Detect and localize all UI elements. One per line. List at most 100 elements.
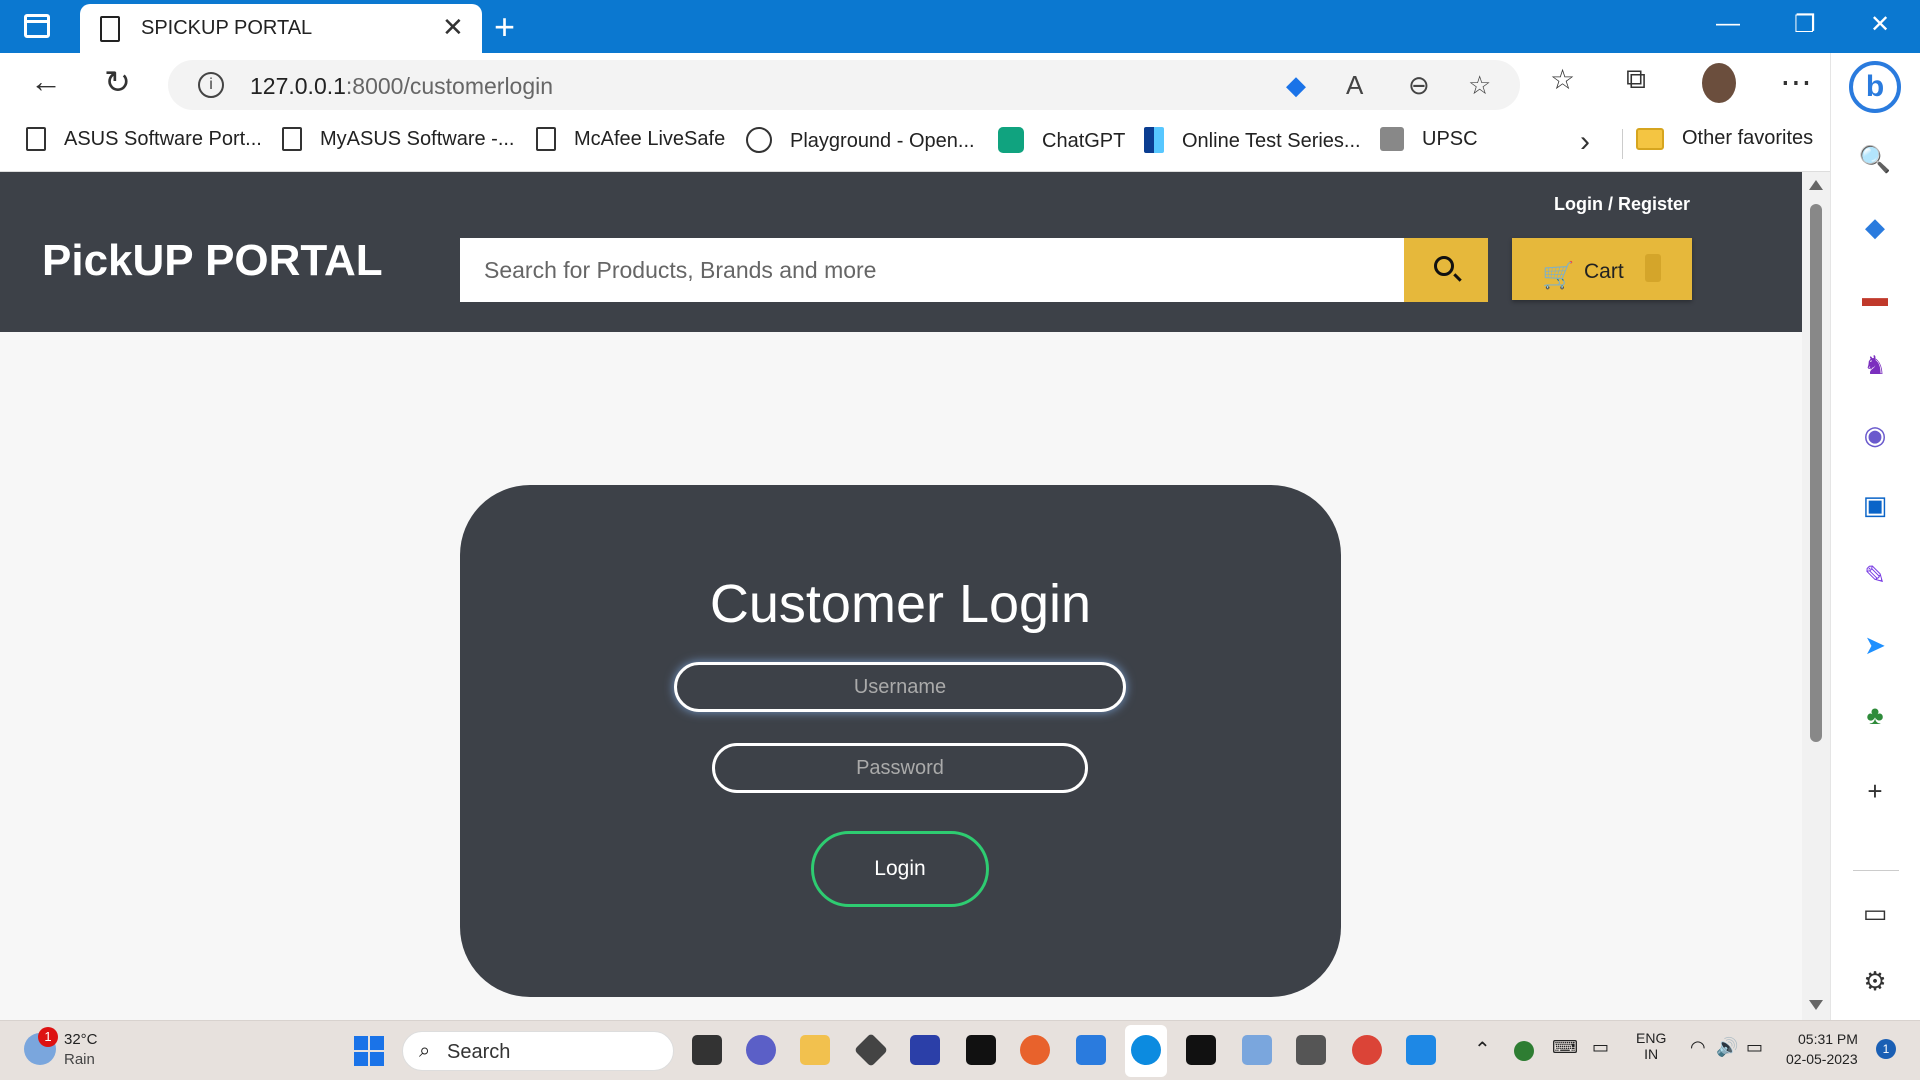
app-icon[interactable] xyxy=(1242,1035,1272,1065)
site-info-icon[interactable]: i xyxy=(198,72,224,98)
search-icon xyxy=(1434,256,1454,276)
wifi-icon[interactable]: ◠ xyxy=(1690,1037,1706,1058)
task-view-icon[interactable] xyxy=(692,1035,722,1065)
edge-sidebar: b 🔍 ◆ ▬ ♞ ◉ ▣ ✎ ➤ ♣ + ▭ ⚙ xyxy=(1830,53,1920,1020)
chrome-icon[interactable] xyxy=(1352,1035,1382,1065)
start-icon[interactable] xyxy=(354,1036,384,1066)
search-icon[interactable]: 🔍 xyxy=(1857,141,1893,177)
new-tab-icon[interactable]: + xyxy=(494,6,515,48)
close-window-icon[interactable]: ✕ xyxy=(1870,10,1890,39)
display-icon[interactable]: ▭ xyxy=(1592,1037,1609,1058)
app-icon[interactable] xyxy=(966,1035,996,1065)
clock-time[interactable]: 05:31 PM xyxy=(1798,1031,1858,1047)
scroll-down-icon[interactable] xyxy=(1809,1000,1823,1010)
restore-icon[interactable]: ❐ xyxy=(1794,10,1816,39)
search-input[interactable] xyxy=(460,238,1404,302)
cart-icon: 🛒 xyxy=(1542,260,1575,290)
site-header: PickUP PORTAL Login / Register 🛒 Cart xyxy=(0,172,1802,332)
favorite-item[interactable]: McAfee LiveSafe xyxy=(536,127,725,151)
weather-desc[interactable]: Rain xyxy=(64,1051,95,1068)
designer-icon[interactable]: ✎ xyxy=(1857,557,1893,593)
notification-badge[interactable]: 1 xyxy=(1876,1039,1896,1059)
keyboard-icon[interactable]: ⌨ xyxy=(1552,1037,1578,1058)
favorite-item[interactable]: ChatGPT xyxy=(998,127,1125,153)
title-bar: SPICKUP PORTAL ✕ + — ❐ ✕ xyxy=(0,0,1920,53)
profile-avatar[interactable] xyxy=(1702,63,1736,103)
taskbar-search[interactable]: ⌕ Search xyxy=(402,1031,674,1071)
send-icon[interactable]: ➤ xyxy=(1857,627,1893,663)
coupon-tag-icon[interactable]: ◆ xyxy=(1286,70,1306,101)
outlook-icon[interactable]: ▣ xyxy=(1857,487,1893,523)
scroll-up-icon[interactable] xyxy=(1809,180,1823,190)
username-field[interactable] xyxy=(674,662,1126,712)
favorite-item[interactable]: UPSC xyxy=(1380,127,1478,151)
add-icon[interactable]: + xyxy=(1857,773,1893,809)
other-favorites[interactable]: Other favorites xyxy=(1636,127,1813,150)
sidebar-panel-icon[interactable]: ▭ xyxy=(1857,895,1893,931)
minimize-icon[interactable]: — xyxy=(1716,10,1740,38)
chatgpt-icon xyxy=(998,127,1024,153)
search-button[interactable] xyxy=(1404,238,1488,302)
login-card: Customer Login Login xyxy=(460,485,1341,997)
tools-icon[interactable]: ▬ xyxy=(1857,279,1893,315)
favorite-item[interactable]: ASUS Software Port... xyxy=(26,127,262,151)
file-explorer-icon[interactable] xyxy=(800,1035,830,1065)
refresh-icon[interactable]: ↻ xyxy=(104,63,131,101)
terminal-icon[interactable] xyxy=(1186,1035,1216,1065)
more-menu-icon[interactable]: ⋯ xyxy=(1780,63,1812,101)
read-aloud-icon[interactable]: A xyxy=(1346,70,1363,101)
collections-icon[interactable]: ⧉ xyxy=(1626,63,1646,96)
copilot-icon[interactable]: b xyxy=(1849,61,1901,113)
edge-icon[interactable] xyxy=(1131,1035,1161,1065)
security-icon[interactable] xyxy=(1514,1041,1534,1061)
chevron-right-icon[interactable]: › xyxy=(1580,125,1590,159)
notepad-icon[interactable] xyxy=(1076,1035,1106,1065)
office-icon[interactable]: ◉ xyxy=(1857,417,1893,453)
games-icon[interactable]: ♞ xyxy=(1857,347,1893,383)
close-tab-icon[interactable]: ✕ xyxy=(442,12,464,43)
battery-icon[interactable]: ▭ xyxy=(1746,1037,1763,1058)
favorite-item[interactable]: MyASUS Software -... xyxy=(282,127,515,151)
language-indicator[interactable]: ENG IN xyxy=(1636,1030,1666,1062)
openai-icon xyxy=(746,127,772,153)
favorites-icon[interactable]: ☆ xyxy=(1550,63,1575,96)
gear-icon[interactable]: ⚙ xyxy=(1857,963,1893,999)
favorite-item[interactable]: Playground - Open... xyxy=(746,127,975,153)
page-scrollbar[interactable] xyxy=(1802,172,1830,1020)
volume-icon[interactable]: 🔊 xyxy=(1716,1037,1738,1058)
tab-actions-icon[interactable] xyxy=(24,14,50,38)
taskbar: 1 32°C Rain ⌕ Search ⌃ ⌨ ▭ ENG IN ◠ 🔊 ▭ 0… xyxy=(0,1020,1920,1080)
weather-badge: 1 xyxy=(38,1027,58,1047)
tree-icon[interactable]: ♣ xyxy=(1857,697,1893,733)
login-button[interactable]: Login xyxy=(811,831,989,907)
chevron-up-icon[interactable]: ⌃ xyxy=(1474,1037,1491,1062)
url-text[interactable]: 127.0.0.1:8000/customerlogin xyxy=(250,73,553,100)
url-path: :8000/customerlogin xyxy=(345,73,554,99)
app-icon[interactable] xyxy=(854,1033,888,1067)
back-icon[interactable]: ← xyxy=(30,63,62,100)
site-logo[interactable]: PickUP PORTAL xyxy=(42,236,383,286)
active-tab[interactable]: SPICKUP PORTAL ✕ xyxy=(80,4,482,53)
password-field[interactable] xyxy=(712,743,1088,793)
chat-icon[interactable] xyxy=(746,1035,776,1065)
url-host: 127.0.0.1 xyxy=(250,73,346,99)
page-icon xyxy=(282,127,302,151)
shopping-tag-icon[interactable]: ◆ xyxy=(1857,209,1893,245)
scroll-thumb[interactable] xyxy=(1810,204,1822,742)
clock-date[interactable]: 02-05-2023 xyxy=(1786,1051,1858,1067)
page-icon xyxy=(26,127,46,151)
address-bar[interactable]: i 127.0.0.1:8000/customerlogin ◆ A ⊖ ☆ xyxy=(168,60,1520,110)
login-register-link[interactable]: Login / Register xyxy=(1554,194,1690,215)
tab-title: SPICKUP PORTAL xyxy=(141,17,313,39)
app-icon[interactable] xyxy=(1296,1035,1326,1065)
add-favorite-icon[interactable]: ☆ xyxy=(1468,70,1491,101)
zoom-out-icon[interactable]: ⊖ xyxy=(1408,70,1430,101)
vscode-icon[interactable] xyxy=(1406,1035,1436,1065)
weather-temp[interactable]: 32°C xyxy=(64,1031,98,1048)
app-icon[interactable] xyxy=(910,1035,940,1065)
cart-label: Cart xyxy=(1584,260,1624,283)
cart-button[interactable]: 🛒 Cart xyxy=(1512,238,1692,300)
favorite-item[interactable]: Online Test Series... xyxy=(1144,127,1361,153)
firefox-icon[interactable] xyxy=(1020,1035,1050,1065)
favorites-bar: ASUS Software Port... MyASUS Software -.… xyxy=(0,117,1830,172)
